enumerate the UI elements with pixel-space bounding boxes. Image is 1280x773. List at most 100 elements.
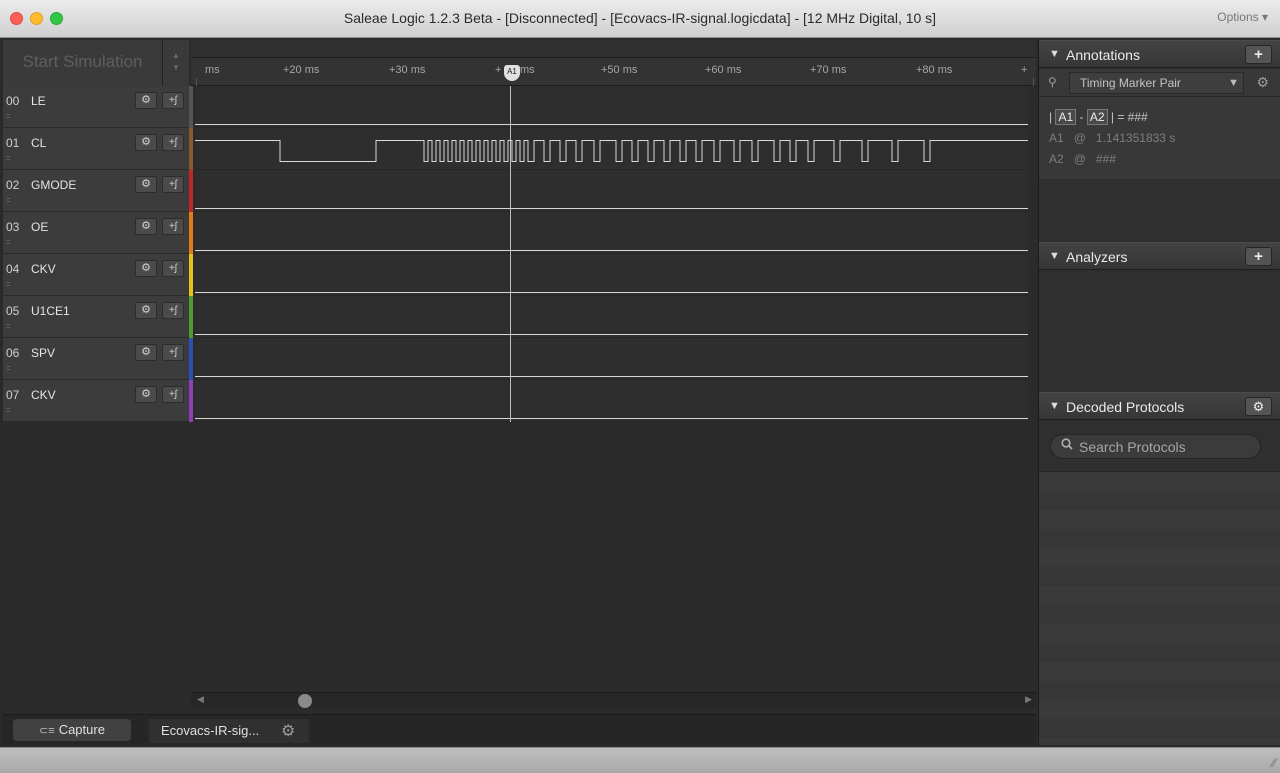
search-protocols-input[interactable] (1079, 437, 1255, 457)
channel-number: 07 (6, 388, 20, 402)
annotation-settings-gear-icon[interactable]: ⚙ (1256, 74, 1269, 91)
channel-row-04[interactable]: 04 :::: CKV ⚙ +ʃ (3, 254, 189, 296)
resize-grip-icon[interactable]: ⁄⁄ (1272, 756, 1276, 770)
collapse-triangle-icon[interactable]: ▼ (1049, 48, 1060, 60)
scroll-left-icon[interactable]: ◀ (197, 694, 204, 705)
at-symbol: @ (1073, 131, 1086, 145)
channel-color-strip (189, 212, 193, 254)
add-trigger-button[interactable]: +ʃ (162, 134, 184, 151)
horizontal-scrollbar[interactable]: ◀ ▶ (191, 692, 1036, 708)
add-analyzer-button[interactable]: + (1245, 247, 1272, 266)
channel-row-00[interactable]: 00 :::: LE ⚙ +ʃ (3, 86, 189, 128)
options-menu[interactable]: Options ▾ (1217, 10, 1268, 24)
tick-label: +20 ms (283, 64, 320, 76)
timeline-ruler[interactable]: ms +20 ms +30 ms + ms +50 ms +60 ms +70 … (191, 40, 1036, 86)
drag-handle-icon[interactable]: :::: (6, 197, 11, 204)
add-trigger-button[interactable]: +ʃ (162, 176, 184, 193)
measure-result: | = ### (1110, 110, 1148, 124)
channel-number: 01 (6, 136, 20, 150)
channel-number: 05 (6, 304, 20, 318)
channel-color-strip (189, 338, 193, 380)
collapse-triangle-icon[interactable]: ▼ (1049, 400, 1060, 412)
drag-handle-icon[interactable]: :::: (6, 239, 11, 246)
tab-settings-gear-icon[interactable]: ⚙ (281, 721, 295, 741)
drag-handle-icon[interactable]: :::: (6, 155, 11, 162)
add-trigger-button[interactable]: +ʃ (162, 302, 184, 319)
channel-name[interactable]: OE (31, 220, 48, 234)
tick-label: +30 ms (389, 64, 426, 76)
channel-settings-button[interactable]: ⚙ (135, 302, 157, 319)
channel-number: 06 (6, 346, 20, 360)
channel-name[interactable]: U1CE1 (31, 304, 70, 318)
channel-settings-button[interactable]: ⚙ (135, 386, 157, 403)
channel-name[interactable]: CKV (31, 262, 56, 276)
add-trigger-button[interactable]: +ʃ (162, 92, 184, 109)
drag-handle-icon[interactable]: :::: (6, 281, 11, 288)
start-simulation-button[interactable]: Start Simulation (3, 40, 163, 86)
channel-number: 02 (6, 178, 20, 192)
channel-settings-button[interactable]: ⚙ (135, 176, 157, 193)
timing-marker-select[interactable]: Timing Marker Pair ▼ (1069, 72, 1244, 94)
channel-settings-button[interactable]: ⚙ (135, 344, 157, 361)
search-protocols-box[interactable] (1050, 434, 1261, 459)
spinner-down-icon[interactable]: ▼ (163, 62, 189, 74)
channel-settings-button[interactable]: ⚙ (135, 218, 157, 235)
collapse-triangle-icon[interactable]: ▼ (1049, 250, 1060, 262)
channel-settings-button[interactable]: ⚙ (135, 260, 157, 277)
channel-row-07[interactable]: 07 :::: CKV ⚙ +ʃ (3, 380, 189, 422)
main-panel: Start Simulation ▲ ▼ ms +20 ms +30 ms + … (3, 40, 1036, 745)
a1-label: A1 (1049, 131, 1064, 145)
capture-icon: ⊂≡ (39, 725, 55, 737)
channel-name[interactable]: CL (31, 136, 46, 150)
tick-label: + (1021, 64, 1028, 76)
scroll-thumb[interactable] (298, 694, 312, 708)
channel-name[interactable]: CKV (31, 388, 56, 402)
analyzers-body (1039, 272, 1280, 392)
channel-name[interactable]: SPV (31, 346, 55, 360)
add-trigger-button[interactable]: +ʃ (162, 386, 184, 403)
add-trigger-button[interactable]: +ʃ (162, 344, 184, 361)
add-trigger-button[interactable]: +ʃ (162, 218, 184, 235)
decoded-protocols-settings-button[interactable]: ⚙ (1245, 397, 1272, 416)
decoded-protocols-list[interactable] (1039, 471, 1280, 745)
channel-row-02[interactable]: 02 :::: GMODE ⚙ +ʃ (3, 170, 189, 212)
drag-handle-icon[interactable]: :::: (6, 323, 11, 330)
channel-row-03[interactable]: 03 :::: OE ⚙ +ʃ (3, 212, 189, 254)
scroll-right-icon[interactable]: ▶ (1025, 694, 1032, 705)
a1-chip[interactable]: A1 (1055, 109, 1077, 125)
channel-settings-button[interactable]: ⚙ (135, 134, 157, 151)
marker-a2-row: A2 @ ### (1049, 152, 1116, 166)
a1-time-value: 1.141351833 s (1095, 131, 1176, 145)
tab-capture[interactable]: ⊂≡ Capture (13, 719, 131, 741)
timing-marker-row: ⚲ Timing Marker Pair ▼ ⚙ (1039, 69, 1280, 97)
decoded-protocols-header[interactable]: ▼ Decoded Protocols ⚙ (1039, 392, 1280, 420)
channel-name[interactable]: GMODE (31, 178, 76, 192)
timing-marker-a1[interactable]: A1 (504, 65, 520, 81)
add-annotation-button[interactable]: + (1245, 45, 1272, 64)
simulation-spinner[interactable]: ▲ ▼ (163, 40, 189, 86)
channel-row-06[interactable]: 06 :::: SPV ⚙ +ʃ (3, 338, 189, 380)
measure-bar: | (1049, 110, 1053, 124)
a2-chip[interactable]: A2 (1086, 109, 1108, 125)
drag-handle-icon[interactable]: :::: (6, 365, 11, 372)
pin-icon[interactable]: ⚲ (1048, 75, 1057, 89)
channel-settings-button[interactable]: ⚙ (135, 92, 157, 109)
tab-capture-label: Capture (58, 722, 105, 737)
window-title: Saleae Logic 1.2.3 Beta - [Disconnected]… (343, 10, 937, 26)
channel-row-01[interactable]: 01 :::: CL ⚙ +ʃ (3, 128, 189, 170)
tick-label: +80 ms (916, 64, 953, 76)
measure-dash: - (1079, 110, 1084, 124)
add-trigger-button[interactable]: +ʃ (162, 260, 184, 277)
annotations-header[interactable]: ▼ Annotations + (1039, 40, 1280, 68)
drag-handle-icon[interactable]: :::: (6, 113, 11, 120)
spinner-up-icon[interactable]: ▲ (163, 50, 189, 62)
channel-row-05[interactable]: 05 :::: U1CE1 ⚙ +ʃ (3, 296, 189, 338)
channel-name[interactable]: LE (31, 94, 46, 108)
timeline-overview[interactable] (191, 40, 1036, 58)
drag-handle-icon[interactable]: :::: (6, 407, 11, 414)
tick-mark (196, 78, 197, 86)
annotations-empty-area (1039, 179, 1280, 243)
waveform-display[interactable] (195, 86, 1028, 422)
channel-color-strip (189, 254, 193, 296)
analyzers-header[interactable]: ▼ Analyzers + (1039, 242, 1280, 270)
